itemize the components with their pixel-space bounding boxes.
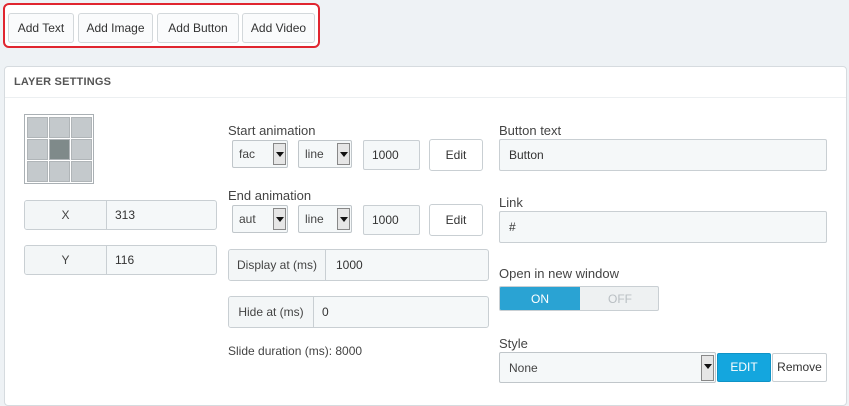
add-text-button[interactable]: Add Text bbox=[8, 13, 74, 43]
start-duration-input[interactable]: 1000 bbox=[363, 140, 420, 170]
start-easing-select[interactable]: line bbox=[298, 140, 352, 168]
position-grid bbox=[24, 114, 94, 184]
end-effect-value: aut bbox=[239, 212, 256, 226]
toggle-off[interactable]: OFF bbox=[580, 287, 658, 310]
add-layer-toolbar: Add Text Add Image Add Button Add Video bbox=[3, 3, 320, 48]
display-at-label: Display at (ms) bbox=[229, 250, 326, 280]
add-image-button[interactable]: Add Image bbox=[78, 13, 153, 43]
hide-at-field[interactable]: Hide at (ms) 0 bbox=[228, 296, 489, 328]
grid-cell-middle-center[interactable] bbox=[49, 139, 70, 160]
style-select[interactable]: None bbox=[499, 352, 716, 383]
button-text-label: Button text bbox=[499, 123, 562, 138]
start-animation-label: Start animation bbox=[228, 123, 316, 138]
end-animation-edit-button[interactable]: Edit bbox=[429, 204, 483, 236]
grid-cell-bottom-left[interactable] bbox=[27, 161, 48, 182]
x-value[interactable]: 313 bbox=[115, 201, 135, 229]
y-value[interactable]: 116 bbox=[115, 246, 134, 274]
slide-duration-text: Slide duration (ms): 8000 bbox=[228, 344, 363, 358]
end-easing-select[interactable]: line bbox=[298, 205, 352, 233]
grid-cell-bottom-center[interactable] bbox=[49, 161, 70, 182]
display-at-field[interactable]: Display at (ms) 1000 bbox=[228, 249, 489, 281]
y-label: Y bbox=[25, 246, 107, 274]
hide-at-label: Hide at (ms) bbox=[229, 297, 314, 327]
end-easing-value: line bbox=[305, 212, 324, 226]
add-video-button[interactable]: Add Video bbox=[242, 13, 315, 43]
chevron-down-icon bbox=[273, 143, 286, 165]
end-effect-select[interactable]: aut bbox=[232, 205, 288, 233]
start-effect-value: fac bbox=[239, 147, 256, 161]
y-position-field[interactable]: Y 116 bbox=[24, 245, 217, 275]
end-animation-label: End animation bbox=[228, 188, 312, 203]
button-text-input[interactable]: Button bbox=[499, 139, 827, 171]
chevron-down-icon bbox=[337, 208, 350, 230]
grid-cell-bottom-right[interactable] bbox=[71, 161, 92, 182]
grid-cell-middle-right[interactable] bbox=[71, 139, 92, 160]
style-value: None bbox=[509, 361, 538, 375]
panel-divider bbox=[5, 97, 846, 98]
chevron-down-icon bbox=[273, 208, 286, 230]
x-position-field[interactable]: X 313 bbox=[24, 200, 217, 230]
link-label: Link bbox=[499, 195, 523, 210]
style-remove-button[interactable]: Remove bbox=[772, 353, 827, 382]
display-at-value[interactable]: 1000 bbox=[336, 250, 363, 280]
link-input[interactable]: # bbox=[499, 211, 827, 243]
style-label: Style bbox=[499, 336, 528, 351]
open-new-window-toggle[interactable]: ON OFF bbox=[499, 286, 659, 311]
style-edit-button[interactable]: EDIT bbox=[717, 353, 771, 382]
start-animation-edit-button[interactable]: Edit bbox=[429, 139, 483, 171]
hide-at-value[interactable]: 0 bbox=[322, 297, 329, 327]
grid-cell-top-left[interactable] bbox=[27, 117, 48, 138]
start-effect-select[interactable]: fac bbox=[232, 140, 288, 168]
x-label: X bbox=[25, 201, 107, 229]
chevron-down-icon bbox=[701, 355, 714, 381]
toggle-on[interactable]: ON bbox=[500, 287, 580, 310]
start-easing-value: line bbox=[305, 147, 324, 161]
chevron-down-icon bbox=[337, 143, 350, 165]
open-new-window-label: Open in new window bbox=[499, 266, 619, 281]
add-button-button[interactable]: Add Button bbox=[157, 13, 239, 43]
grid-cell-middle-left[interactable] bbox=[27, 139, 48, 160]
end-duration-input[interactable]: 1000 bbox=[363, 205, 420, 235]
panel-title: LAYER SETTINGS bbox=[14, 76, 112, 88]
grid-cell-top-right[interactable] bbox=[71, 117, 92, 138]
grid-cell-top-center[interactable] bbox=[49, 117, 70, 138]
